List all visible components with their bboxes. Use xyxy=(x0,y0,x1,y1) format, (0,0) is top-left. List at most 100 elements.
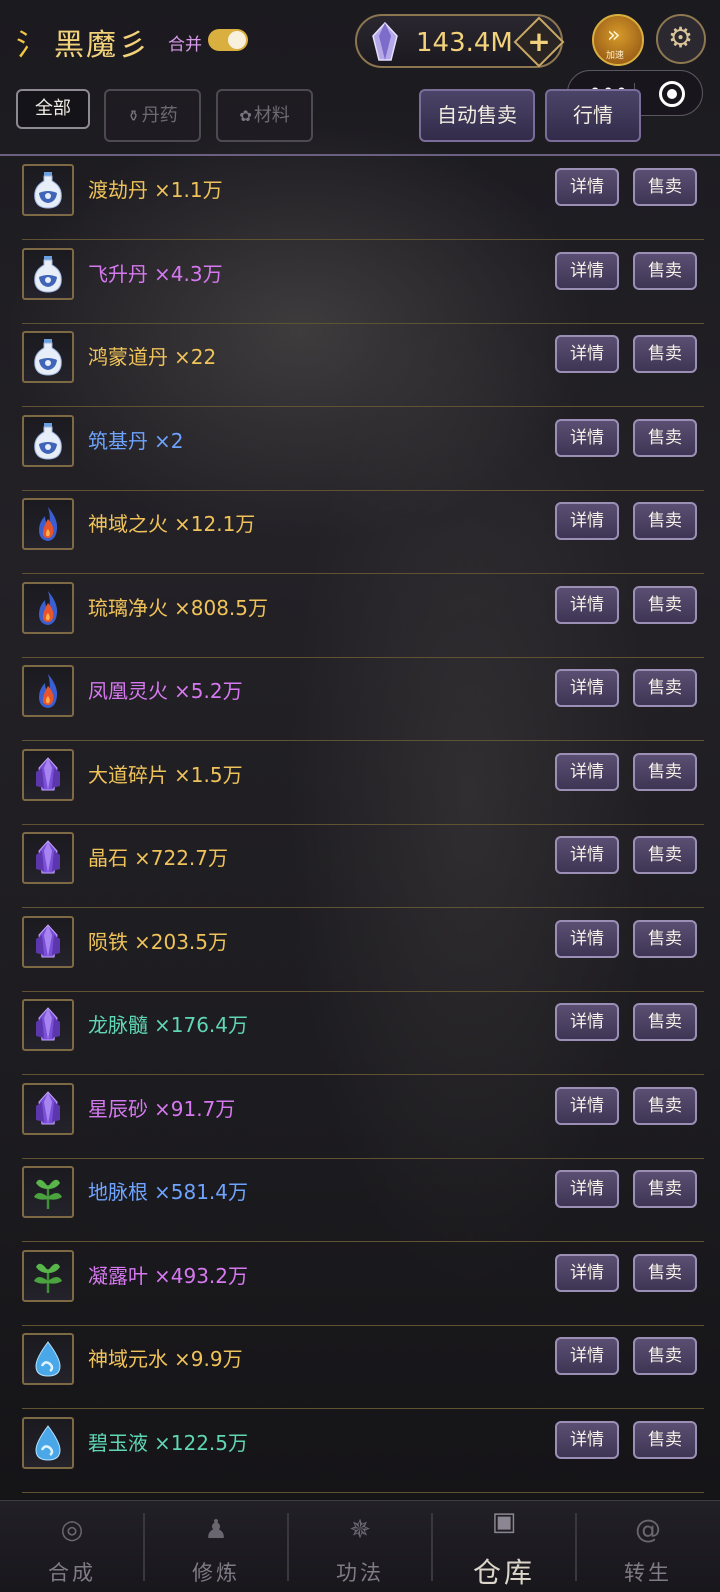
item-row: 龙脉髓 ×176.4万 详情 售卖 xyxy=(0,991,720,1075)
sell-button[interactable]: 售卖 xyxy=(633,1420,697,1459)
add-currency-button[interactable]: + xyxy=(513,16,565,68)
pill-bottle-icon[interactable] xyxy=(22,414,74,467)
detail-button[interactable]: 详情 xyxy=(555,502,619,540)
sell-button[interactable]: 售卖 xyxy=(633,585,697,624)
crystal-icon xyxy=(372,22,398,61)
item-count: ×1.1万 xyxy=(154,178,223,202)
item-count: ×722.7万 xyxy=(134,846,229,870)
flame-icon[interactable] xyxy=(22,581,74,634)
item-count: ×808.5万 xyxy=(174,595,269,620)
detail-button[interactable]: 详情 xyxy=(555,418,619,457)
crystal-icon[interactable] xyxy=(22,915,74,968)
tab-pills[interactable]: ⚱ 丹药 xyxy=(104,89,201,142)
item-name: 龙脉髓 ×176.4万 xyxy=(88,1009,248,1038)
emblem-icon: ✵ xyxy=(349,1515,371,1545)
herb-icon[interactable] xyxy=(22,1166,74,1218)
sell-button[interactable]: 售卖 xyxy=(633,1003,697,1041)
sell-button[interactable]: 售卖 xyxy=(633,502,697,540)
item-row: 鸿蒙道丹 ×22 详情 售卖 xyxy=(0,323,720,407)
item-label: 大道碎片 xyxy=(88,762,168,787)
item-count: ×91.7万 xyxy=(154,1096,236,1121)
nav-item[interactable]: @ 转生 xyxy=(576,1501,720,1592)
item-row: 碧玉液 ×122.5万 详情 售卖 xyxy=(0,1409,720,1493)
fast-forward-icon: » xyxy=(607,23,621,48)
water-drop-icon[interactable] xyxy=(22,1416,74,1469)
detail-button[interactable]: 详情 xyxy=(555,1337,619,1375)
detail-button[interactable]: 详情 xyxy=(555,1420,619,1459)
nav-label: 转生 xyxy=(624,1561,672,1585)
merge-label: 合并 xyxy=(168,35,202,55)
pill-bottle-icon[interactable] xyxy=(22,331,74,383)
nav-label: 功法 xyxy=(336,1561,384,1585)
crystal-icon[interactable] xyxy=(22,1082,74,1135)
item-row: 大道碎片 ×1.5万 详情 售卖 xyxy=(0,741,720,825)
market-button[interactable]: 行情 xyxy=(545,89,641,142)
detail-button[interactable]: 详情 xyxy=(555,1253,619,1292)
item-row: 凝露叶 ×493.2万 详情 售卖 xyxy=(0,1242,720,1326)
flame-icon[interactable] xyxy=(22,498,74,550)
crystal-icon[interactable] xyxy=(22,999,74,1051)
detail-button[interactable]: 详情 xyxy=(555,251,619,290)
sell-button[interactable]: 售卖 xyxy=(633,418,697,457)
sell-button[interactable]: 售卖 xyxy=(633,752,697,791)
close-program-icon[interactable] xyxy=(659,81,685,107)
merge-toggle[interactable] xyxy=(208,29,248,51)
detail-button[interactable]: 详情 xyxy=(555,1170,619,1208)
sell-button[interactable]: 售卖 xyxy=(633,919,697,958)
nav-label: 仓库 xyxy=(472,1556,535,1589)
speed-up-button[interactable]: » 加速 xyxy=(592,14,644,66)
item-label: 凝露叶 xyxy=(88,1263,148,1288)
detail-button[interactable]: 详情 xyxy=(555,836,619,874)
detail-button[interactable]: 详情 xyxy=(555,919,619,958)
item-row: 渡劫丹 ×1.1万 详情 售卖 xyxy=(0,156,720,240)
detail-button[interactable]: 详情 xyxy=(555,669,619,707)
crystal-icon[interactable] xyxy=(22,832,74,884)
nav-item[interactable]: ▣ 仓库 xyxy=(432,1501,576,1592)
pill-bottle-icon[interactable] xyxy=(22,247,74,300)
item-count: ×4.3万 xyxy=(154,261,223,286)
nav-label: 合成 xyxy=(48,1561,96,1585)
item-label: 神域之火 xyxy=(88,512,168,536)
nav-item[interactable]: ✵ 功法 xyxy=(288,1501,432,1592)
item-row: 星辰砂 ×91.7万 详情 售卖 xyxy=(0,1075,720,1159)
detail-button[interactable]: 详情 xyxy=(555,335,619,373)
item-name: 大道碎片 ×1.5万 xyxy=(88,759,243,788)
item-count: ×581.4万 xyxy=(154,1180,249,1204)
sell-button[interactable]: 售卖 xyxy=(633,1170,697,1208)
nav-item[interactable]: ♟ 修炼 xyxy=(144,1501,288,1592)
detail-button[interactable]: 详情 xyxy=(555,1003,619,1041)
item-name: 渡劫丹 ×1.1万 xyxy=(88,174,223,203)
detail-button[interactable]: 详情 xyxy=(555,1086,619,1125)
item-name: 飞升丹 ×4.3万 xyxy=(88,258,223,287)
toggle-knob xyxy=(228,31,246,49)
detail-button[interactable]: 详情 xyxy=(555,585,619,624)
tab-materials[interactable]: ✿ 材料 xyxy=(216,89,313,142)
item-name: 碧玉液 ×122.5万 xyxy=(88,1427,248,1456)
item-row: 晶石 ×722.7万 详情 售卖 xyxy=(0,824,720,908)
sell-button[interactable]: 售卖 xyxy=(633,335,697,373)
sell-button[interactable]: 售卖 xyxy=(633,168,697,206)
item-label: 碧玉液 xyxy=(88,1430,148,1455)
currency-display: 143.4M + xyxy=(355,14,565,68)
nav-item[interactable]: ◎ 合成 xyxy=(0,1501,144,1592)
detail-button[interactable]: 详情 xyxy=(555,752,619,791)
auto-sell-button[interactable]: 自动售卖 xyxy=(419,89,535,142)
sell-button[interactable]: 售卖 xyxy=(633,1086,697,1125)
herb-icon[interactable] xyxy=(22,1249,74,1302)
sell-button[interactable]: 售卖 xyxy=(633,836,697,874)
gear-icon: ⚙ xyxy=(668,21,694,54)
water-drop-icon[interactable] xyxy=(22,1333,74,1385)
crystal-icon[interactable] xyxy=(22,748,74,801)
item-count: ×493.2万 xyxy=(154,1263,249,1288)
item-name: 星辰砂 ×91.7万 xyxy=(88,1093,235,1122)
detail-button[interactable]: 详情 xyxy=(555,168,619,206)
tab-all[interactable]: 全部 xyxy=(16,89,90,129)
sell-button[interactable]: 售卖 xyxy=(633,251,697,290)
pill-bottle-icon[interactable] xyxy=(22,164,74,216)
item-count: ×1.5万 xyxy=(174,762,243,787)
flame-icon[interactable] xyxy=(22,665,74,717)
sell-button[interactable]: 售卖 xyxy=(633,1253,697,1292)
settings-button[interactable]: ⚙ xyxy=(656,14,706,64)
sell-button[interactable]: 售卖 xyxy=(633,1337,697,1375)
sell-button[interactable]: 售卖 xyxy=(633,669,697,707)
